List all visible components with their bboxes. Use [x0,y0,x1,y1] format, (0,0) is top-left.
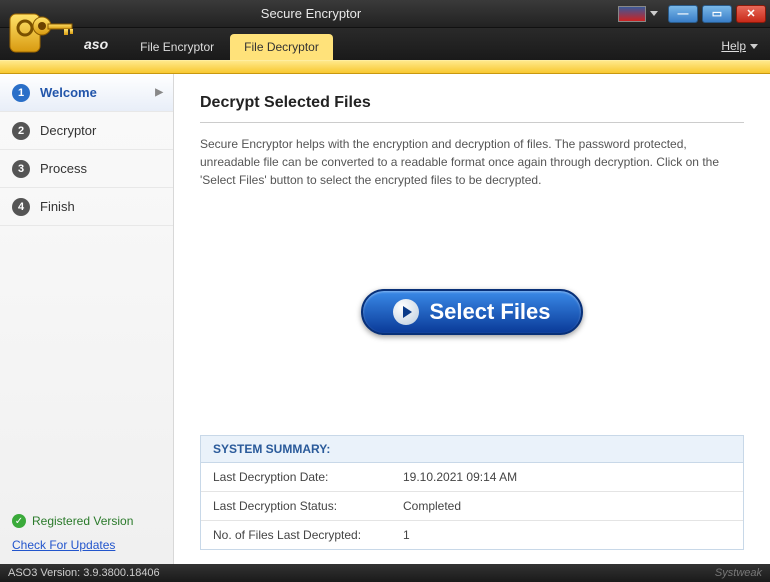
brand-label: aso [84,36,108,52]
step-label: Welcome [40,85,97,100]
summary-label: No. of Files Last Decrypted: [213,528,403,542]
select-files-button[interactable]: Select Files [361,289,582,335]
registered-status: ✓ Registered Version [12,514,161,528]
summary-row: No. of Files Last Decrypted: 1 [201,521,743,549]
maximize-button[interactable]: ▭ [702,5,732,23]
description-text: Secure Encryptor helps with the encrypti… [200,135,744,189]
summary-label: Last Decryption Date: [213,470,403,484]
step-decryptor[interactable]: 2 Decryptor [0,112,173,150]
window-title: Secure Encryptor [4,6,618,21]
tab-bar: aso File Encryptor File Decryptor Help [0,28,770,60]
summary-label: Last Decryption Status: [213,499,403,513]
watermark-text: Systweak [715,567,762,579]
button-area: Select Files [200,189,744,435]
minimize-button[interactable]: — [668,5,698,23]
summary-value: Completed [403,499,461,513]
language-flag-icon[interactable] [618,6,646,22]
statusbar: ASO3 Version: 3.9.3800.18406 Systweak [0,564,770,582]
language-dropdown-icon[interactable] [650,11,658,16]
titlebar: Secure Encryptor — ▭ ✕ [0,0,770,28]
step-number-icon: 2 [12,122,30,140]
app-logo-key-icon [4,8,76,64]
help-link[interactable]: Help [721,39,758,53]
step-label: Process [40,161,87,176]
step-finish[interactable]: 4 Finish [0,188,173,226]
chevron-right-icon: ▶ [155,87,163,98]
play-circle-icon [393,299,419,325]
check-updates-link[interactable]: Check For Updates [12,538,161,552]
page-title: Decrypt Selected Files [200,94,744,112]
registered-label: Registered Version [32,514,133,528]
divider [200,122,744,123]
summary-row: Last Decryption Date: 19.10.2021 09:14 A… [201,463,743,492]
step-process[interactable]: 3 Process [0,150,173,188]
step-number-icon: 4 [12,198,30,216]
step-welcome[interactable]: 1 Welcome ▶ [0,74,173,112]
tab-file-decryptor[interactable]: File Decryptor [230,34,333,60]
summary-value: 1 [403,528,410,542]
system-summary-panel: SYSTEM SUMMARY: Last Decryption Date: 19… [200,435,744,550]
close-button[interactable]: ✕ [736,5,766,23]
summary-title: SYSTEM SUMMARY: [201,436,743,463]
chevron-down-icon [750,44,758,49]
tab-file-encryptor[interactable]: File Encryptor [126,34,228,60]
step-label: Decryptor [40,123,96,138]
sidebar: 1 Welcome ▶ 2 Decryptor 3 Process 4 Fini… [0,74,174,564]
summary-row: Last Decryption Status: Completed [201,492,743,521]
summary-value: 19.10.2021 09:14 AM [403,470,517,484]
check-circle-icon: ✓ [12,514,26,528]
step-number-icon: 3 [12,160,30,178]
select-files-label: Select Files [429,299,550,325]
body-area: 1 Welcome ▶ 2 Decryptor 3 Process 4 Fini… [0,74,770,564]
version-text: ASO3 Version: 3.9.3800.18406 [8,567,160,579]
step-label: Finish [40,199,75,214]
content-panel: Decrypt Selected Files Secure Encryptor … [174,74,770,564]
accent-bar [0,60,770,74]
sidebar-bottom: ✓ Registered Version Check For Updates [0,502,173,564]
step-number-icon: 1 [12,84,30,102]
